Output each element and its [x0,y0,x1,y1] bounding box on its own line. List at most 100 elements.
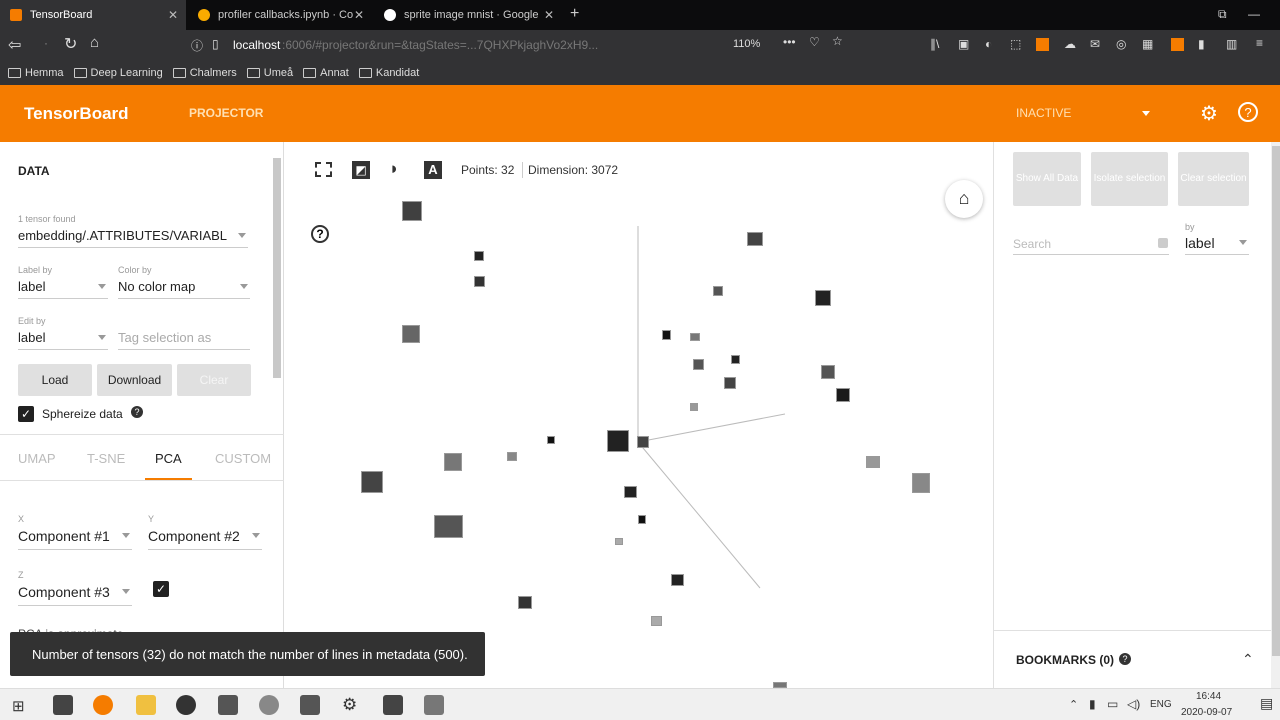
sprite-thumbnail[interactable] [361,471,383,493]
sprite-thumbnail[interactable] [444,453,462,471]
bookmark-deep-learning[interactable]: Deep Learning [73,67,163,79]
firefox-taskbar-icon[interactable] [93,695,113,715]
back-icon[interactable]: ⇦ [8,35,21,55]
pocket-icon[interactable]: ♡ [809,35,820,49]
settings-taskbar-icon[interactable]: ⚙ [342,695,357,715]
spotify-taskbar-icon[interactable] [176,695,196,715]
tab-tensorboard[interactable]: TensorBoard ✕ [0,0,186,30]
star-icon[interactable]: ☆ [832,34,843,48]
gear-icon[interactable]: ⚙ [1200,101,1218,126]
tab-pca[interactable]: PCA [155,451,182,466]
network-icon[interactable]: ▭ [1107,697,1118,711]
sprite-thumbnail[interactable] [638,515,646,524]
windows-start-icon[interactable]: ⊞ [12,697,25,715]
premiere-taskbar-icon[interactable] [383,695,403,715]
clear-button[interactable]: Clear [177,364,251,396]
color-by-select[interactable]: No color map [118,279,250,299]
sprite-thumbnail[interactable] [624,486,637,498]
tab-tsne[interactable]: T-SNE [87,451,125,466]
search-input[interactable]: Search [1013,235,1169,255]
sidebar-icon[interactable]: ▣ [958,37,969,51]
sprite-thumbnail[interactable] [724,377,736,389]
sprite-thumbnail[interactable] [518,596,532,609]
scrollbar-thumb[interactable] [273,158,281,378]
bookmark-annat[interactable]: Annat [303,67,349,79]
sprite-thumbnail[interactable] [637,436,649,448]
tab-umap[interactable]: UMAP [18,451,56,466]
sprite-thumbnail[interactable] [547,436,555,444]
sprite-thumbnail[interactable] [693,359,704,370]
isolate-selection-button[interactable]: Isolate selection [1091,152,1168,206]
help-icon[interactable]: ? [1238,102,1258,122]
tab-sprite-search[interactable]: sprite image mnist · Google ✕ [374,0,562,30]
download-button[interactable]: Download [97,364,172,396]
sprite-thumbnail[interactable] [434,515,463,538]
sprite-thumbnail[interactable] [690,333,700,341]
bookmark-kandidat[interactable]: Kandidat [358,67,419,79]
extension-cloud-icon[interactable]: ☁ [1064,37,1076,51]
extension-slash-icon[interactable] [1171,38,1184,51]
extension-bars-icon[interactable]: ▥ [1226,37,1237,51]
load-button[interactable]: Load [18,364,92,396]
more-icon[interactable]: ••• [783,35,796,49]
sprite-thumbnail[interactable] [615,538,623,545]
tab-projector[interactable]: PROJECTOR [189,106,263,120]
language-indicator[interactable]: ENG [1150,699,1172,710]
bookmark-umea[interactable]: Umeå [246,67,293,79]
tensor-select[interactable]: embedding/.ATTRIBUTES/VARIABL [18,228,248,248]
sprite-thumbnail[interactable] [474,251,484,261]
chevron-up-icon[interactable]: ⌃ [1069,698,1078,711]
snip-taskbar-icon[interactable] [218,695,238,715]
bookmark-hemma[interactable]: Hemma [8,67,64,79]
reload-icon[interactable]: ↻ [64,34,77,54]
tab-profiler[interactable]: profiler callbacks.ipynb · Co ✕ [188,0,372,30]
extension-globe-icon[interactable]: ◎ [1116,37,1126,51]
sphereize-checkbox[interactable]: ✓ [18,406,34,422]
data-scrollbar[interactable] [272,154,282,434]
sprite-thumbnail[interactable] [866,456,880,468]
screenshot-icon[interactable]: ⬚ [1010,37,1021,51]
file-explorer-taskbar-icon[interactable] [136,695,156,715]
sprite-thumbnail[interactable] [662,330,671,340]
zoom-level[interactable]: 110% [733,38,760,50]
search-by-select[interactable]: label [1185,235,1249,255]
sprite-thumbnail[interactable] [747,232,763,246]
forward-icon[interactable]: · [44,36,48,50]
sprite-thumbnail[interactable] [402,325,420,343]
chevron-up-icon[interactable]: ⌃ [1242,651,1254,668]
home-icon[interactable]: ⌂ [90,34,99,51]
z-component-select[interactable]: Component #3 [18,584,132,606]
sprite-thumbnail[interactable] [671,574,684,586]
notification-icon[interactable]: ▤ [1260,695,1273,712]
regex-icon[interactable] [1158,238,1168,248]
edit-by-select[interactable]: label [18,330,108,350]
close-tab-icon[interactable]: ✕ [354,8,364,22]
sprite-thumbnail[interactable] [731,355,740,364]
sprite-thumbnail[interactable] [690,403,698,411]
chevron-down-icon[interactable] [1142,111,1150,116]
show-all-data-button[interactable]: Show All Data [1013,152,1081,206]
label-by-select[interactable]: label [18,279,108,299]
sprite-thumbnail[interactable] [912,473,930,493]
url-bar[interactable]: ⓘ ▯ localhost :6006/#projector&run=&tagS… [185,33,865,57]
status-dropdown[interactable]: INACTIVE [1016,106,1071,120]
extension-orange-icon[interactable] [1036,38,1049,51]
help-icon[interactable]: ? [1119,653,1131,665]
volume-icon[interactable]: ◁) [1127,697,1140,711]
bookmark-chalmers[interactable]: Chalmers [172,67,237,79]
sprite-thumbnail[interactable] [402,201,422,221]
sprite-thumbnail[interactable] [815,290,831,306]
scrollbar-thumb[interactable] [1272,146,1280,656]
extension-icon[interactable]: ◐ [985,37,992,51]
clear-selection-button[interactable]: Clear selection [1178,152,1249,206]
printer-taskbar-icon[interactable] [424,695,444,715]
image-viewer-taskbar-icon[interactable] [300,695,320,715]
window-restore-icon[interactable]: ⧉ [1218,7,1227,22]
window-scrollbar[interactable] [1271,142,1280,688]
pycharm-taskbar-icon[interactable] [53,695,73,715]
window-minimize-icon[interactable]: — [1248,7,1260,21]
sprite-thumbnail[interactable] [713,286,723,296]
help-icon[interactable]: ? [131,406,143,418]
microphone-icon[interactable]: ▮ [1089,697,1096,711]
new-tab-button[interactable]: + [570,5,579,23]
